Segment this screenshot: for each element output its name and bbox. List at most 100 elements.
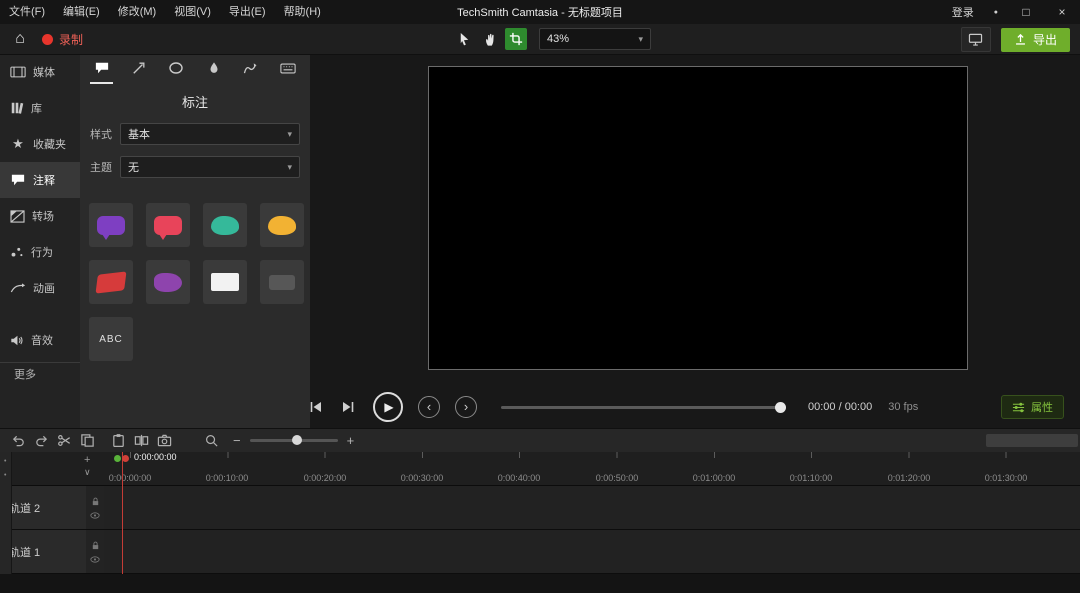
copy-button[interactable]: [77, 431, 97, 451]
redo-button[interactable]: [31, 431, 51, 451]
tab-arrows[interactable]: [127, 54, 150, 84]
tab-blur-highlight[interactable]: [202, 54, 225, 84]
playback-time: 00:00 / 00:00: [808, 401, 873, 413]
annotation-thumb-yellow-cloud[interactable]: [260, 203, 304, 247]
sliders-icon: [1012, 401, 1025, 414]
ruler-label: 0:00:00:00: [108, 473, 152, 483]
canvas-zoom-select[interactable]: 43% ▾: [539, 28, 651, 50]
close-button[interactable]: ×: [1044, 0, 1080, 24]
cursor-icon: [457, 32, 472, 47]
scissors-icon: [57, 433, 72, 448]
annotation-thumb-red-burst[interactable]: [89, 260, 133, 304]
chevron-down-icon: ▾: [287, 128, 292, 139]
tab-sketch-motion[interactable]: [239, 54, 262, 84]
crop-tool-button[interactable]: [505, 28, 527, 50]
zoom-in-button[interactable]: +: [347, 433, 355, 448]
add-marker-button[interactable]: +: [84, 454, 90, 466]
copy-icon: [80, 433, 95, 448]
play-icon: ▶: [384, 400, 394, 414]
zoom-magnifier-button[interactable]: [201, 431, 221, 451]
timeline-zoom-slider[interactable]: [249, 435, 338, 445]
sidebar-item-media[interactable]: 媒体: [0, 54, 80, 90]
export-button[interactable]: 导出: [1000, 27, 1070, 52]
ruler-ticks: [130, 452, 1080, 458]
white-box-shape: [211, 273, 239, 291]
playhead-in-handle[interactable]: [114, 455, 121, 462]
cursor-tool-button[interactable]: [453, 28, 475, 50]
annotation-thumb-abc-text[interactable]: ABC: [89, 317, 133, 361]
style-select[interactable]: 基本 ▾: [120, 123, 300, 145]
menu-edit[interactable]: 编辑(E): [54, 0, 109, 24]
annotation-thumb-white-box[interactable]: [203, 260, 247, 304]
track-row: 轨道 1: [0, 530, 1080, 574]
tab-callouts[interactable]: [90, 54, 114, 84]
sidebar-item-transitions[interactable]: 转场: [0, 198, 80, 234]
track-name: 轨道 1: [9, 546, 41, 559]
annotation-thumb-purple-callout[interactable]: [89, 203, 133, 247]
fps-label: 30 fps: [888, 401, 919, 413]
annotation-thumb-purple-blob[interactable]: [146, 260, 190, 304]
tab-keystroke[interactable]: [277, 54, 300, 84]
track-header[interactable]: 轨道 2: [0, 486, 86, 529]
playhead-out-handle[interactable]: [122, 455, 129, 462]
jump-forward-button[interactable]: ›: [455, 396, 477, 418]
menu-modify[interactable]: 修改(M): [109, 0, 166, 24]
sidebar-item-audio-effects[interactable]: 音效: [0, 322, 80, 358]
seek-slider[interactable]: [501, 401, 786, 413]
pan-tool-button[interactable]: [479, 28, 501, 50]
previous-frame-button[interactable]: [305, 396, 327, 418]
maximize-button[interactable]: □: [1008, 0, 1044, 24]
playhead[interactable]: [122, 452, 123, 574]
sidebar-item-annotations[interactable]: 注释: [0, 162, 80, 198]
speaker-icon: [10, 334, 24, 347]
timeline-zoom-thumb[interactable]: [291, 435, 302, 445]
eye-icon[interactable]: [90, 555, 100, 563]
sidebar-item-behaviors[interactable]: 行为: [0, 234, 80, 270]
sidebar-item-label: 收藏夹: [33, 139, 66, 151]
paste-button[interactable]: [108, 431, 128, 451]
eye-icon[interactable]: [90, 511, 100, 519]
undo-button[interactable]: [8, 431, 28, 451]
squiggle-arrow-icon: [243, 62, 258, 75]
theme-select[interactable]: 无 ▾: [120, 156, 300, 178]
lock-icon[interactable]: [91, 541, 100, 550]
annotation-thumb-gray-box[interactable]: [260, 260, 304, 304]
sidebar-item-label: 动画: [33, 283, 55, 295]
menu-view[interactable]: 视图(V): [165, 0, 220, 24]
annotation-thumb-red-callout[interactable]: [146, 203, 190, 247]
lock-icon[interactable]: [91, 497, 100, 506]
timeline-scrollbar[interactable]: [986, 434, 1078, 447]
annotation-thumb-teal-cloud[interactable]: [203, 203, 247, 247]
record-button[interactable]: 录制: [34, 28, 91, 50]
cut-button[interactable]: [54, 431, 74, 451]
annotations-panel: 标注 样式 基本 ▾ 主题 无 ▾ ABC: [80, 54, 310, 428]
device-frame-button[interactable]: [960, 27, 991, 52]
split-button[interactable]: [131, 431, 151, 451]
properties-button[interactable]: 属性: [1001, 395, 1064, 419]
play-button[interactable]: ▶: [373, 392, 403, 422]
track-lane[interactable]: [104, 486, 1080, 529]
canvas-tools: 43% ▾: [453, 27, 651, 51]
screenshot-button[interactable]: [154, 431, 174, 451]
track-lane[interactable]: [104, 530, 1080, 573]
menu-help[interactable]: 帮助(H): [275, 0, 330, 24]
sidebar-item-label: 行为: [31, 247, 53, 259]
menu-file[interactable]: 文件(F): [0, 0, 54, 24]
sign-in-button[interactable]: 登录: [942, 4, 984, 20]
zoom-out-button[interactable]: −: [233, 433, 241, 448]
tab-shapes[interactable]: [165, 54, 188, 84]
preview-canvas[interactable]: [428, 66, 968, 370]
jump-back-button[interactable]: ‹: [418, 396, 440, 418]
menu-export[interactable]: 导出(E): [220, 0, 275, 24]
sidebar-item-library[interactable]: 库: [0, 90, 80, 126]
ruler-label: 0:01:30:00: [984, 473, 1028, 483]
collapse-markers-button[interactable]: ∨: [84, 467, 91, 478]
sidebar-more-button[interactable]: 更多: [0, 362, 80, 385]
sidebar-item-favorites[interactable]: ★ 收藏夹: [0, 126, 80, 162]
seek-slider-thumb[interactable]: [775, 401, 786, 413]
home-icon[interactable]: ⌂: [8, 28, 32, 50]
track-header[interactable]: 轨道 1: [0, 530, 86, 573]
sidebar-item-animations[interactable]: 动画: [0, 270, 80, 306]
next-frame-button[interactable]: [337, 396, 359, 418]
sidebar-item-label: 音效: [31, 335, 53, 347]
